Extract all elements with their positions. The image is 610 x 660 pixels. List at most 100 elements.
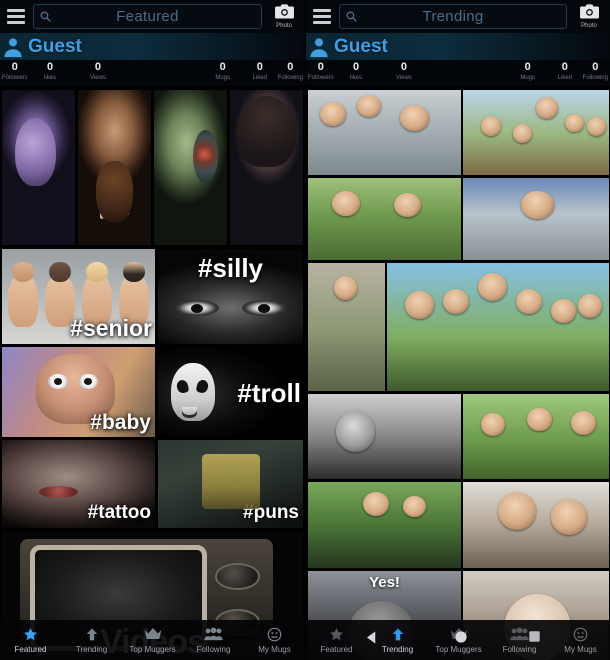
tile-hashtag-baby[interactable]: #baby (2, 347, 155, 437)
mug-face (551, 298, 576, 324)
nav-label-top-muggers: Top Muggers (435, 644, 482, 654)
people-icon (183, 626, 244, 644)
tile-hashtag-silly[interactable]: #silly (158, 249, 303, 344)
face-icon (550, 627, 610, 644)
mug-face (442, 288, 470, 315)
tile-caption-tattoo: #tattoo (87, 502, 151, 523)
stat-followers: 0 Followers (308, 62, 334, 82)
nav-item-featured[interactable]: Featured (306, 627, 367, 654)
camera-icon (572, 4, 606, 24)
profile-bar-featured[interactable]: Guest (0, 33, 305, 60)
tile-hashtag-troll[interactable]: #troll (158, 347, 303, 437)
mug-face (498, 492, 536, 531)
stat-liked-value: 0 (256, 61, 263, 73)
stat-mugs-value: 0 (219, 61, 226, 73)
mug-tile-boy-black-and-white[interactable] (308, 394, 461, 479)
nav-item-my-mugs[interactable]: My Mugs (244, 627, 305, 654)
mug-face (480, 412, 506, 437)
tile-portrait-purple-villain[interactable] (2, 90, 75, 245)
search-input[interactable]: Featured (33, 4, 262, 29)
stat-likes-value: 0 (352, 61, 360, 73)
tile-portrait-dark-haired-girl[interactable] (230, 90, 303, 245)
bottom-nav-trending: Featured Trending Top Muggers Following … (306, 620, 610, 660)
mug-tile-three-men-field[interactable] (463, 394, 609, 479)
mug-face (577, 293, 603, 319)
nav-label-top-muggers: Top Muggers (129, 644, 176, 654)
stat-likes: 0 likes (350, 62, 362, 82)
stat-following-label: Following (582, 75, 608, 81)
guest-name-label: Guest (28, 35, 82, 57)
stat-mugs-value: 0 (524, 61, 531, 73)
featured-grid: #senior #silly #baby #troll #tattoo #pun… (0, 86, 305, 660)
mug-face (402, 495, 426, 518)
tile-hashtag-senior[interactable]: #senior (2, 249, 155, 344)
search-input[interactable]: Trending (339, 4, 567, 29)
search-icon (39, 10, 57, 23)
tile-hashtag-puns[interactable]: #puns (158, 440, 303, 528)
profile-bar-trending[interactable]: Guest (306, 33, 610, 60)
nav-label-featured: Featured (14, 644, 47, 654)
nav-label-my-mugs: My Mugs (258, 644, 291, 654)
nav-item-top-muggers[interactable]: Top Muggers (428, 627, 489, 654)
mug-tile-man-and-woman-portrait[interactable] (463, 482, 609, 568)
mug-tile-three-men-indoors[interactable] (308, 90, 461, 175)
mug-tile-group-with-jeep[interactable] (387, 263, 609, 391)
photo-button[interactable]: Photo (267, 4, 301, 29)
eye-icon-left (175, 300, 219, 317)
stat-liked-label: Liked (252, 75, 267, 81)
stat-likes-label: likes (44, 75, 57, 81)
tile-hashtag-tattoo[interactable]: #tattoo (2, 440, 155, 528)
mug-face (515, 288, 543, 315)
nav-item-trending[interactable]: Trending (367, 627, 428, 654)
profile-stats-trending: 0 Followers 0 likes 0 Views 0 Mugs 0 Lik… (306, 60, 610, 86)
search-placeholder: Trending (422, 8, 484, 25)
mug-face (527, 407, 553, 432)
stat-following-value: 0 (592, 61, 599, 73)
person-avatar-icon (308, 36, 330, 58)
mug-face (393, 192, 422, 218)
hamburger-menu-icon[interactable] (4, 7, 28, 27)
stat-liked: 0 Liked (558, 62, 572, 82)
star-icon (306, 627, 367, 644)
mug-face (356, 95, 382, 118)
mug-tile-woman-by-wall[interactable] (308, 263, 385, 391)
nav-item-following[interactable]: Following (489, 626, 550, 654)
mug-tile-two-with-harmonium[interactable] (308, 178, 461, 260)
tile-portrait-bearded-man[interactable] (78, 90, 151, 245)
mug-face (565, 113, 585, 133)
mug-tile-man-in-orange-mountains[interactable] (463, 178, 609, 260)
nav-item-top-muggers[interactable]: Top Muggers (122, 627, 183, 654)
nav-label-featured: Featured (320, 644, 353, 654)
photo-button[interactable]: Photo (572, 4, 606, 29)
stat-likes: 0 likes (44, 62, 56, 82)
skull-icon (171, 363, 215, 421)
mug-tile-caption-yes: Yes! (369, 574, 400, 591)
tile-portrait-cyborg[interactable] (154, 90, 227, 245)
panel-featured: Featured Photo Guest 0 Followers 0 likes… (0, 0, 305, 660)
stat-followers-label: Followers (308, 75, 334, 81)
mug-tile-group-with-trophy[interactable] (463, 90, 609, 175)
search-icon (345, 10, 363, 23)
camera-icon (267, 4, 301, 24)
hamburger-menu-icon[interactable] (310, 7, 334, 27)
nav-item-trending[interactable]: Trending (61, 627, 122, 654)
stat-liked: 0 Liked (253, 62, 267, 82)
stat-followers-value: 0 (317, 61, 324, 73)
stat-mugs-label: Mugs (520, 75, 535, 81)
photo-button-label: Photo (276, 23, 292, 29)
cartoon-eye-right-icon (78, 374, 99, 390)
mug-face (512, 124, 532, 143)
person-avatar-icon (2, 36, 24, 58)
mug-face (550, 499, 588, 536)
stat-following-value: 0 (287, 61, 294, 73)
nav-label-my-mugs: My Mugs (564, 644, 597, 654)
nav-item-following[interactable]: Following (183, 626, 244, 654)
tile-caption-senior: #senior (70, 315, 152, 341)
nav-item-featured[interactable]: Featured (0, 627, 61, 654)
nav-item-my-mugs[interactable]: My Mugs (550, 627, 610, 654)
nav-label-following: Following (196, 644, 231, 654)
nav-label-following: Following (502, 644, 537, 654)
mug-tile-couple-with-cow[interactable] (308, 482, 461, 568)
mug-face (521, 191, 554, 219)
stat-followers-label: Followers (2, 75, 28, 81)
